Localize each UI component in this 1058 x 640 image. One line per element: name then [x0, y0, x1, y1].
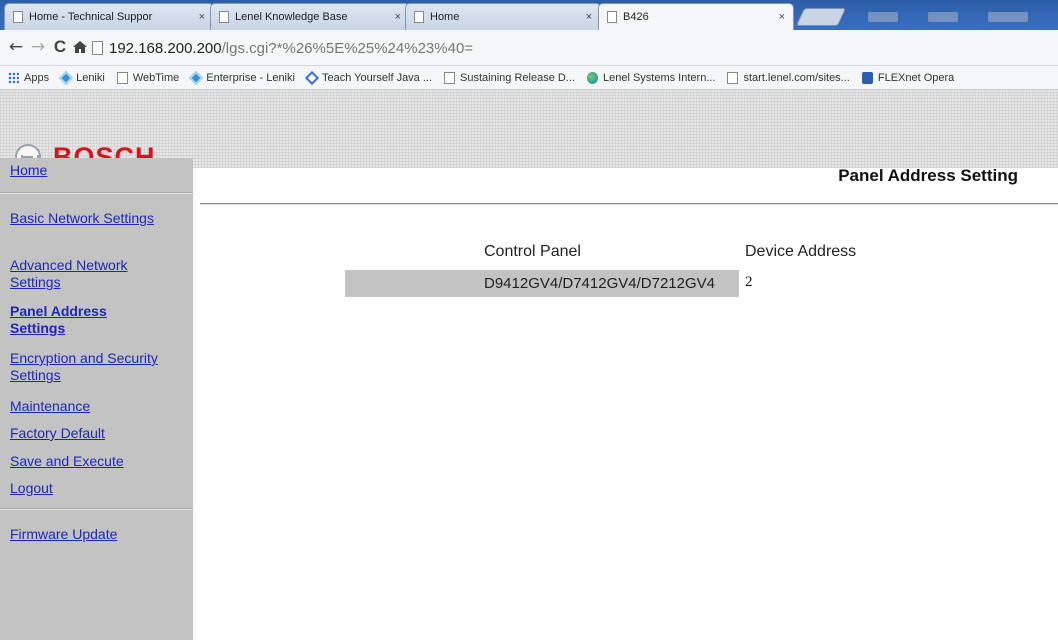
- sidebar: Home Basic Network Settings Advanced Net…: [0, 158, 193, 640]
- page-icon: [13, 11, 23, 23]
- diamond-icon: [189, 70, 204, 85]
- sidebar-item-encryption-security-settings[interactable]: Encryption and Security Settings: [10, 350, 160, 384]
- page-icon: [607, 11, 617, 23]
- flexnet-icon: [861, 71, 873, 84]
- bookmark-enterprise-leniki[interactable]: Enterprise - Leniki: [189, 70, 295, 85]
- close-icon[interactable]: ×: [199, 11, 205, 23]
- home-button[interactable]: [70, 36, 90, 58]
- home-icon: [73, 41, 87, 53]
- sidebar-item-maintenance[interactable]: Maintenance: [10, 398, 90, 415]
- bookmark-label: Apps: [24, 71, 50, 84]
- bookmark-label: Lenel Systems Intern...: [602, 71, 716, 84]
- title-divider: [200, 203, 1058, 205]
- page-icon: [219, 11, 229, 23]
- tab-home[interactable]: Home ×: [405, 3, 601, 30]
- close-icon[interactable]: ×: [586, 11, 592, 23]
- control-panel-value: D9412GV4/D7412GV4/D7212GV4: [484, 275, 715, 292]
- reload-button[interactable]: C: [50, 36, 70, 58]
- page-title: Panel Address Setting: [838, 166, 1018, 185]
- sidebar-item-advanced-network-settings[interactable]: Advanced Network Settings: [10, 257, 160, 291]
- page-icon: [727, 71, 739, 84]
- diamond-outline-icon: [304, 70, 320, 85]
- bookmarks-bar: Apps Leniki WebTime Enterprise - Leniki …: [0, 66, 1058, 90]
- back-button[interactable]: ←: [6, 36, 26, 58]
- bookmark-sustaining-release[interactable]: Sustaining Release D...: [444, 71, 575, 84]
- bookmark-teach-yourself-java[interactable]: Teach Yourself Java ...: [304, 70, 433, 85]
- sidebar-item-save-and-execute[interactable]: Save and Execute: [10, 453, 124, 470]
- page-icon: [444, 71, 456, 84]
- close-icon[interactable]: ×: [779, 11, 785, 23]
- tab-strip: Home - Technical Suppor × Lenel Knowledg…: [0, 0, 1058, 30]
- apps-icon: [8, 71, 19, 84]
- tab-title: Home - Technical Suppor: [29, 11, 153, 23]
- diamond-icon: [59, 70, 74, 85]
- new-tab-button[interactable]: [795, 8, 847, 26]
- address-bar[interactable]: 192.168.200.200/lgs.cgi?*%26%5E%25%24%23…: [92, 36, 1052, 60]
- bookmark-webtime[interactable]: WebTime: [116, 71, 180, 84]
- bookmark-flexnet[interactable]: FLEXnet Opera: [861, 71, 955, 84]
- page-icon: [92, 41, 103, 55]
- globe-icon: [586, 71, 598, 84]
- sidebar-item-factory-default[interactable]: Factory Default: [10, 425, 105, 442]
- tab-title: Lenel Knowledge Base: [235, 11, 348, 23]
- bookmark-label: WebTime: [132, 71, 180, 84]
- sidebar-item-logout[interactable]: Logout: [10, 480, 53, 497]
- browser-toolbar: ← → C 192.168.200.200/lgs.cgi?*%26%5E%25…: [0, 30, 1058, 66]
- bookmark-label: FLEXnet Opera: [877, 71, 955, 84]
- bookmark-label: start.lenel.com/sites...: [743, 71, 850, 84]
- column-header-control-panel: Control Panel: [484, 243, 581, 260]
- column-header-device-address: Device Address: [745, 243, 857, 260]
- bookmark-label: Enterprise - Leniki: [206, 71, 295, 84]
- sidebar-divider: [0, 508, 193, 510]
- tab-lenel-knowledge-base[interactable]: Lenel Knowledge Base ×: [210, 3, 410, 30]
- close-icon[interactable]: ×: [395, 11, 401, 23]
- url-host: 192.168.200.200: [109, 39, 222, 57]
- tab-title: Home: [430, 11, 460, 23]
- sidebar-divider: [0, 192, 193, 194]
- bookmark-leniki[interactable]: Leniki: [59, 70, 105, 85]
- forward-button[interactable]: →: [28, 36, 48, 58]
- page-icon: [116, 71, 128, 84]
- window-controls[interactable]: [858, 0, 1058, 30]
- bookmark-label: Sustaining Release D...: [460, 71, 575, 84]
- bookmark-label: Teach Yourself Java ...: [321, 71, 433, 84]
- bookmark-start-lenel[interactable]: start.lenel.com/sites...: [727, 71, 850, 84]
- device-address-value: 2: [745, 274, 753, 290]
- bookmark-label: Leniki: [76, 71, 105, 84]
- page-header-band: [0, 90, 1058, 168]
- page-icon: [414, 11, 424, 23]
- control-panel-cell: D9412GV4/D7412GV4/D7212GV4: [345, 270, 739, 297]
- sidebar-item-home[interactable]: Home: [10, 162, 47, 179]
- bookmark-lenel-systems[interactable]: Lenel Systems Intern...: [586, 71, 716, 84]
- sidebar-item-panel-address-settings[interactable]: Panel Address Settings: [10, 303, 160, 337]
- tab-home-technical-support[interactable]: Home - Technical Suppor ×: [4, 3, 214, 30]
- bookmark-apps[interactable]: Apps: [8, 71, 50, 84]
- sidebar-item-basic-network-settings[interactable]: Basic Network Settings: [10, 210, 160, 227]
- sidebar-item-firmware-update[interactable]: Firmware Update: [10, 526, 117, 543]
- url-path: /lgs.cgi?*%26%5E%25%24%23%40=: [221, 39, 474, 57]
- tab-b426[interactable]: B426 ×: [598, 3, 794, 30]
- tab-title: B426: [623, 11, 649, 23]
